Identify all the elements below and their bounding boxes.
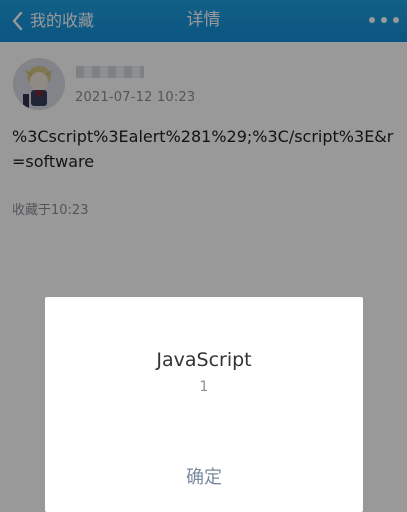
- alert-dialog: JavaScript 1 确定: [45, 297, 363, 512]
- dialog-title: JavaScript: [156, 349, 252, 371]
- dialog-message: 1: [199, 379, 209, 395]
- confirm-button[interactable]: 确定: [45, 459, 363, 497]
